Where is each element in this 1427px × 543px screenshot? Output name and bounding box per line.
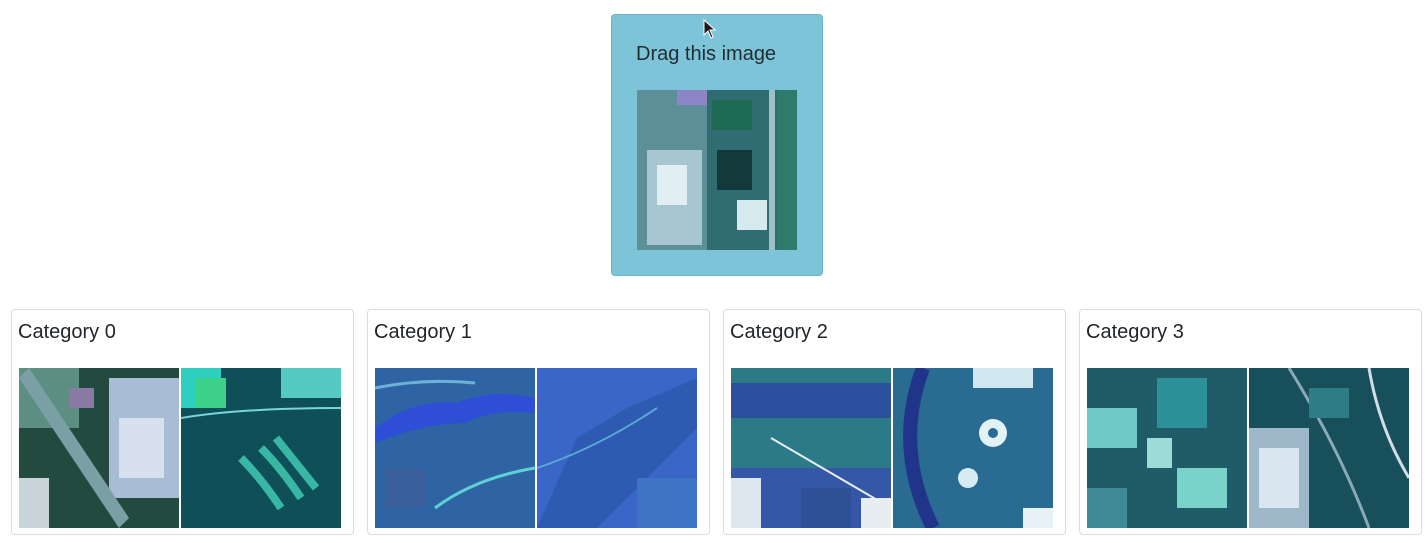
category-dropzone-2[interactable]: Category 2 (723, 309, 1066, 535)
category-dropzone-1[interactable]: Category 1 (367, 309, 710, 535)
drag-instruction-label: Drag this image (636, 43, 777, 65)
category-image[interactable] (537, 368, 697, 528)
category-title: Category 1 (374, 321, 472, 343)
category-image[interactable] (181, 368, 341, 528)
category-image[interactable] (375, 368, 535, 528)
category-image[interactable] (1249, 368, 1409, 528)
category-image[interactable] (731, 368, 891, 528)
satellite-image-icon (1087, 368, 1247, 528)
satellite-image-icon (893, 368, 1053, 528)
category-image[interactable] (19, 368, 179, 528)
satellite-image-icon (19, 368, 179, 528)
category-image[interactable] (1087, 368, 1247, 528)
category-title: Category 3 (1086, 321, 1184, 343)
satellite-image-icon (1249, 368, 1409, 528)
satellite-image-icon (375, 368, 535, 528)
drag-source-card: Drag this image (611, 14, 823, 276)
category-dropzone-3[interactable]: Category 3 (1079, 309, 1422, 535)
category-title: Category 0 (18, 321, 116, 343)
satellite-image-icon (637, 90, 797, 250)
satellite-image-icon (731, 368, 891, 528)
draggable-satellite-image[interactable] (637, 90, 797, 250)
satellite-image-icon (181, 368, 341, 528)
category-title: Category 2 (730, 321, 828, 343)
satellite-image-icon (537, 368, 697, 528)
category-image[interactable] (893, 368, 1053, 528)
category-dropzone-0[interactable]: Category 0 (11, 309, 354, 535)
mouse-pointer-icon (703, 19, 717, 39)
